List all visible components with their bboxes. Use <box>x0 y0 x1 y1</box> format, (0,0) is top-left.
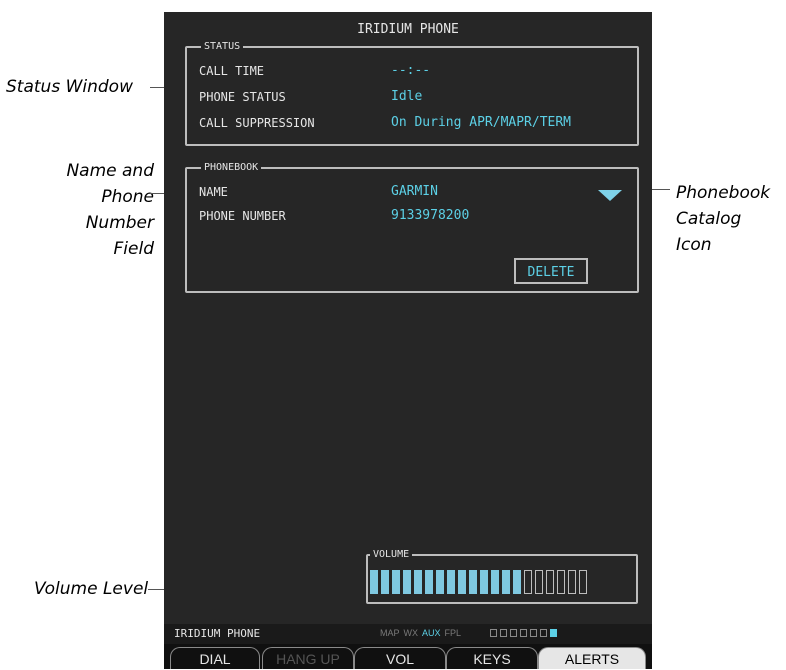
volume-segment <box>458 570 466 594</box>
phone-status-value: Idle <box>391 89 423 104</box>
callout-catalog-icon: Phonebook Catalog Icon <box>676 180 770 258</box>
triangle-down-icon[interactable] <box>597 189 623 203</box>
callout-line: Icon <box>676 235 712 255</box>
page-group-fpl: FPL <box>444 628 462 638</box>
volume-segment <box>557 570 565 594</box>
phone-number-field[interactable]: 9133978200 <box>391 208 469 223</box>
volume-segment <box>403 570 411 594</box>
name-field[interactable]: GARMIN <box>391 184 438 199</box>
callout-line: Number <box>85 213 154 233</box>
page-dot <box>500 629 507 637</box>
call-suppression-value[interactable]: On During APR/MAPR/TERM <box>391 115 571 130</box>
page-dot <box>490 629 497 637</box>
volume-segment <box>546 570 554 594</box>
callout-volume-level: Volume Level <box>34 579 149 599</box>
page-group-wx: WX <box>403 628 419 638</box>
volume-segment <box>513 570 521 594</box>
page-dot <box>550 629 557 637</box>
page-group-indicator: MAP WX AUX FPL <box>380 628 461 638</box>
volume-segment <box>579 570 587 594</box>
callout-line: Name and <box>66 161 154 181</box>
volume-segment <box>436 570 444 594</box>
status-bar: IRIDIUM PHONE MAP WX AUX FPL <box>164 624 652 644</box>
status-page-name: IRIDIUM PHONE <box>174 627 261 640</box>
softkey-bar: DIAL HANG UP VOL KEYS ALERTS <box>164 644 652 669</box>
name-label: NAME <box>199 185 228 199</box>
callout-status-window: Status Window <box>6 77 133 97</box>
softkey-alerts[interactable]: ALERTS <box>538 647 646 669</box>
phone-status-label: PHONE STATUS <box>199 90 286 104</box>
page-group-aux: AUX <box>422 628 441 638</box>
volume-window: VOLUME <box>366 549 638 604</box>
softkey-vol[interactable]: VOL <box>354 647 446 669</box>
volume-segment <box>568 570 576 594</box>
phonebook-title: PHONEBOOK <box>201 162 262 173</box>
callout-line: Phonebook <box>676 183 771 203</box>
status-window: STATUS CALL TIME --:-- PHONE STATUS Idle… <box>185 41 639 146</box>
callout-line: Field <box>113 239 154 259</box>
page-dot <box>520 629 527 637</box>
page-group-map: MAP <box>380 628 400 638</box>
page-dots <box>490 629 557 637</box>
callout-line: Catalog <box>676 209 742 229</box>
callout-line: Phone <box>101 187 154 207</box>
volume-segment <box>381 570 389 594</box>
volume-segment <box>370 570 378 594</box>
volume-segment <box>480 570 488 594</box>
page-dot <box>530 629 537 637</box>
callout-name-phone-field: Name and Phone Number Field <box>50 158 154 262</box>
volume-segment <box>447 570 455 594</box>
softkey-dial[interactable]: DIAL <box>170 647 260 669</box>
volume-segment <box>392 570 400 594</box>
volume-segment <box>469 570 477 594</box>
volume-segment <box>491 570 499 594</box>
call-suppression-label: CALL SUPPRESSION <box>199 116 315 130</box>
volume-segment <box>535 570 543 594</box>
softkey-keys[interactable]: KEYS <box>446 647 538 669</box>
softkey-hang-up: HANG UP <box>262 647 354 669</box>
volume-segment <box>502 570 510 594</box>
volume-segment <box>425 570 433 594</box>
volume-segment <box>524 570 532 594</box>
status-title: STATUS <box>201 41 244 52</box>
page-dot <box>510 629 517 637</box>
call-time-label: CALL TIME <box>199 64 265 78</box>
call-time-value: --:-- <box>391 63 431 78</box>
volume-segment <box>414 570 422 594</box>
delete-button[interactable]: DELETE <box>514 258 588 284</box>
volume-title: VOLUME <box>370 549 413 560</box>
iridium-phone-screen: IRIDIUM PHONE STATUS CALL TIME --:-- PHO… <box>164 12 652 669</box>
page-title: IRIDIUM PHONE <box>357 22 459 37</box>
page-dot <box>540 629 547 637</box>
volume-level-bar[interactable] <box>370 570 587 594</box>
phone-number-label: PHONE NUMBER <box>199 209 286 223</box>
